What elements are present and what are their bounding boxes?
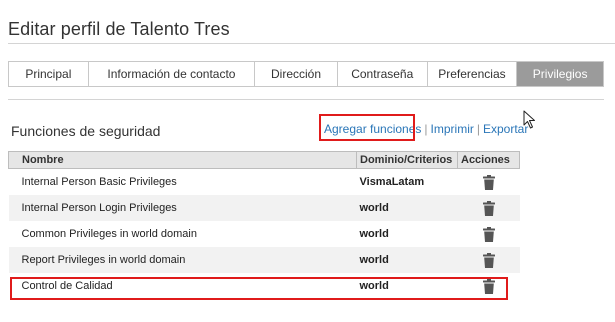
table-header-row: Nombre Dominio/Criterios Acciones <box>8 151 520 169</box>
print-link[interactable]: Imprimir <box>431 122 474 136</box>
column-header-domain[interactable]: Dominio/Criterios <box>356 151 458 169</box>
tab-contact-info[interactable]: Información de contacto <box>89 62 256 86</box>
table-row: Common Privileges in world domain world <box>8 221 520 247</box>
row-name: Internal Person Login Privileges <box>8 195 357 221</box>
delete-button[interactable] <box>457 247 520 273</box>
delete-button[interactable] <box>457 168 520 195</box>
trash-icon[interactable] <box>482 252 496 268</box>
row-domain: world <box>356 221 458 247</box>
trash-icon[interactable] <box>482 226 496 242</box>
mouse-cursor-icon <box>523 110 535 129</box>
title-divider <box>8 43 615 44</box>
add-functions-highlight <box>319 114 415 141</box>
action-separator: | <box>476 122 480 136</box>
row-name: Internal Person Basic Privileges <box>8 168 357 195</box>
tabs-divider <box>8 99 604 100</box>
tab-preferences[interactable]: Preferencias <box>428 62 518 86</box>
delete-button[interactable] <box>457 195 520 221</box>
trash-icon[interactable] <box>482 174 496 190</box>
action-separator: | <box>424 122 428 136</box>
tab-principal[interactable]: Principal <box>9 62 89 86</box>
section-title: Funciones de seguridad <box>11 123 161 139</box>
row-name: Common Privileges in world domain <box>8 221 357 247</box>
table-row: Report Privileges in world domain world <box>8 247 520 273</box>
new-role-row-highlight <box>10 277 508 300</box>
row-name: Report Privileges in world domain <box>8 247 357 273</box>
row-domain: world <box>356 247 458 273</box>
table-row: Internal Person Basic Privileges VismaLa… <box>8 168 520 195</box>
tab-privileges[interactable]: Privilegios <box>517 62 603 86</box>
tab-password[interactable]: Contraseña <box>338 62 428 86</box>
column-header-name[interactable]: Nombre <box>8 151 357 169</box>
tab-address[interactable]: Dirección <box>255 62 338 86</box>
trash-icon[interactable] <box>482 200 496 216</box>
row-domain: VismaLatam <box>356 168 458 195</box>
delete-button[interactable] <box>457 221 520 247</box>
export-link[interactable]: Exportar <box>483 122 528 136</box>
profile-tabs: Principal Información de contacto Direcc… <box>8 61 604 87</box>
table-row: Internal Person Login Privileges world <box>8 195 520 221</box>
page-title: Editar perfil de Talento Tres <box>8 19 230 39</box>
row-domain: world <box>356 195 458 221</box>
column-header-actions: Acciones <box>457 151 520 169</box>
